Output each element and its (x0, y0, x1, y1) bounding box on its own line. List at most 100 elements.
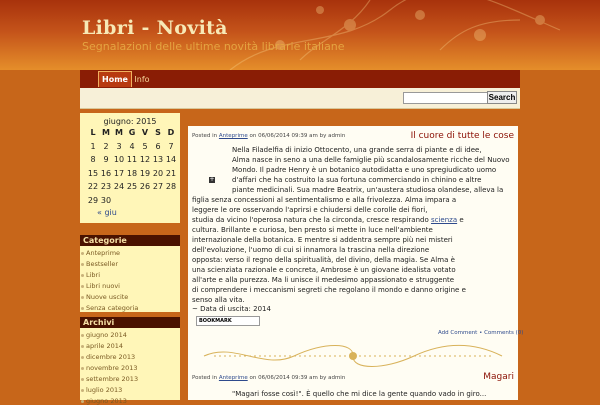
post-category-link[interactable]: Anteprime (219, 133, 248, 139)
plus-icon[interactable]: + (209, 177, 215, 183)
bookmark-share-button[interactable]: BOOKMARK (196, 316, 260, 326)
post-meta-prefix: Posted in (192, 375, 218, 381)
calendar-day: 19 (139, 168, 151, 178)
post-body-line: leggere le ore osservando l'aprirsi e ch… (192, 206, 428, 214)
category-item[interactable]: Nuove uscite (80, 293, 128, 301)
main-nav: Home Info (80, 70, 520, 89)
post-body-line: ~ Data di uscita: 2014 (192, 305, 271, 313)
comment-links: Add Comment • Comments (0) (438, 330, 524, 336)
blossom-decoration (229, 0, 561, 70)
search-bar (80, 88, 520, 109)
post-body-line: opposta: verso il regno della spirituali… (192, 256, 455, 264)
calendar-day: 2 (103, 141, 109, 151)
post-title[interactable]: Il cuore di tutte le cose (411, 131, 514, 141)
post-meta: Posted in Anteprime on 06/06/2014 09:39 … (192, 375, 345, 381)
calendar-day: 26 (139, 182, 151, 191)
nav-item-home[interactable]: Home (98, 71, 132, 87)
post-body-line: cultura. Brillante e curiosa, ben presto… (192, 226, 433, 234)
archives-list: giugno 2014 aprile 2014 dicembre 2013 no… (80, 328, 180, 405)
calendar-day: 13 (152, 155, 164, 164)
post-body-line: dell'evoluzione, l'uomo di cui si innamo… (192, 246, 430, 254)
categories-title: Categorie (80, 235, 180, 246)
archives-title: Archivi (80, 317, 180, 328)
calendar-caption: giugno: 2015 (103, 117, 157, 126)
calendar-day: 29 (87, 195, 99, 205)
share-label: BOOKMARK (199, 318, 232, 324)
archive-item[interactable]: giugno 2013 (81, 397, 127, 405)
calendar-day: 1 (90, 141, 96, 151)
calendar-day: 17 (113, 168, 125, 178)
calendar-day: 4 (129, 141, 135, 151)
post-body-line: "Magari fosse così!". È quello che mi di… (232, 390, 487, 398)
calendar-prev-link[interactable]: « giu (97, 208, 117, 217)
calendar-day: 16 (100, 168, 112, 178)
archive-item[interactable]: giugno 2014 (81, 331, 127, 339)
calendar-day: 21 (165, 168, 177, 178)
post-body-line: all'arte e alla purezza. Ma li unisce il… (192, 276, 455, 284)
category-item[interactable]: Anteprime (80, 249, 120, 257)
calendar-day: 3 (116, 141, 122, 151)
calendar-day: 6 (155, 141, 161, 151)
calendar-weekday: D (167, 128, 175, 137)
ornament-divider (203, 345, 503, 367)
post-meta: Posted in Anteprime on 06/06/2014 09:39 … (192, 133, 345, 139)
post-body-line: piante medicinali. Sua madre Beatrix, un… (232, 186, 504, 194)
comments-count-link[interactable]: Comments (0) (484, 330, 523, 336)
calendar-day: 14 (165, 155, 177, 164)
calendar-weekday: L (90, 128, 96, 137)
archive-item[interactable]: aprile 2014 (80, 342, 123, 350)
post-body-line: studia da vicino l'operosa natura che la… (192, 216, 464, 224)
category-item[interactable]: Libri (80, 271, 100, 279)
calendar-day: 11 (126, 155, 138, 164)
category-item[interactable]: Senza categoria (80, 304, 138, 312)
post-meta-prefix: Posted in (192, 133, 218, 139)
archive-item[interactable]: luglio 2013 (80, 386, 122, 394)
post-body-line: di comprendere i meccanismi segreti che … (192, 286, 466, 294)
calendar-day: 25 (126, 182, 138, 191)
post-body-line: figlia senza concessioni al sentimentali… (192, 196, 457, 204)
calendar-day: 30 (100, 195, 112, 205)
site-header: Libri - Novità Segnalazioni delle ultime… (0, 0, 600, 70)
calendar-day: 23 (100, 182, 112, 191)
archive-item[interactable]: dicembre 2013 (80, 353, 135, 361)
calendar-day: 22 (87, 182, 99, 191)
scienza-link[interactable]: scienza (431, 216, 457, 224)
calendar-day: 7 (168, 141, 174, 151)
search-input[interactable] (403, 92, 493, 104)
add-comment-link[interactable]: Add Comment (438, 330, 477, 336)
main-content: Posted in Anteprime on 06/06/2014 09:39 … (188, 126, 523, 400)
post-category-link[interactable]: Anteprime (219, 375, 248, 381)
calendar-day: 20 (152, 168, 164, 178)
calendar-day: 24 (113, 182, 125, 191)
calendar-day: 12 (139, 155, 151, 164)
calendar-widget: giugno: 2015 L M M G V S D 1 2 3 4 5 6 7 8 9 10 11 12 13 14 1… (80, 113, 180, 223)
calendar-day: 28 (165, 182, 177, 191)
calendar-weekday: S (155, 128, 161, 137)
calendar-day: 5 (142, 141, 148, 151)
post-title[interactable]: Magari (483, 372, 514, 382)
post-body-line: senso alla vita. (192, 296, 245, 304)
calendar-day: 10 (113, 155, 125, 164)
post-meta-date: on 06/06/2014 09:39 am by admin (249, 133, 346, 139)
sidebar: giugno: 2015 L M M G V S D 1 2 3 4 5 6 7 8 9 10 11 12 13 14 1… (80, 113, 180, 405)
archive-item[interactable]: novembre 2013 (81, 364, 138, 372)
post-body-line: d'affari che ha costruito la sua fortuna… (232, 176, 482, 184)
post-body-line: Mondo. Il padre Henry è un botanico auto… (232, 166, 497, 174)
category-item[interactable]: Libri nuovi (81, 282, 120, 290)
post-body-line: una scienziata razionale e concreta, Amb… (192, 266, 456, 274)
post-body-text: e (459, 216, 464, 224)
nav-item-info[interactable]: Info (132, 72, 152, 87)
post-body-line: Nella Filadelfia di inizio Ottocento, un… (232, 146, 482, 154)
calendar-weekday: M (102, 128, 110, 137)
categories-list: Anteprime Bestseller Libri Libri nuovi N… (80, 246, 180, 312)
post-meta-date: on 06/06/2014 09:39 am by admin (249, 375, 346, 381)
archive-item[interactable]: settembre 2013 (80, 375, 138, 383)
calendar-day: 8 (90, 155, 96, 164)
calendar-weekday: V (141, 128, 149, 137)
calendar-weekday: G (128, 128, 136, 137)
calendar-day: 15 (87, 168, 99, 178)
category-item[interactable]: Bestseller (80, 260, 118, 268)
search-button[interactable]: Search (487, 91, 517, 104)
site-title[interactable]: Libri - Novità (82, 17, 228, 39)
post-body-text: studia da vicino l'operosa natura che la… (192, 216, 429, 224)
